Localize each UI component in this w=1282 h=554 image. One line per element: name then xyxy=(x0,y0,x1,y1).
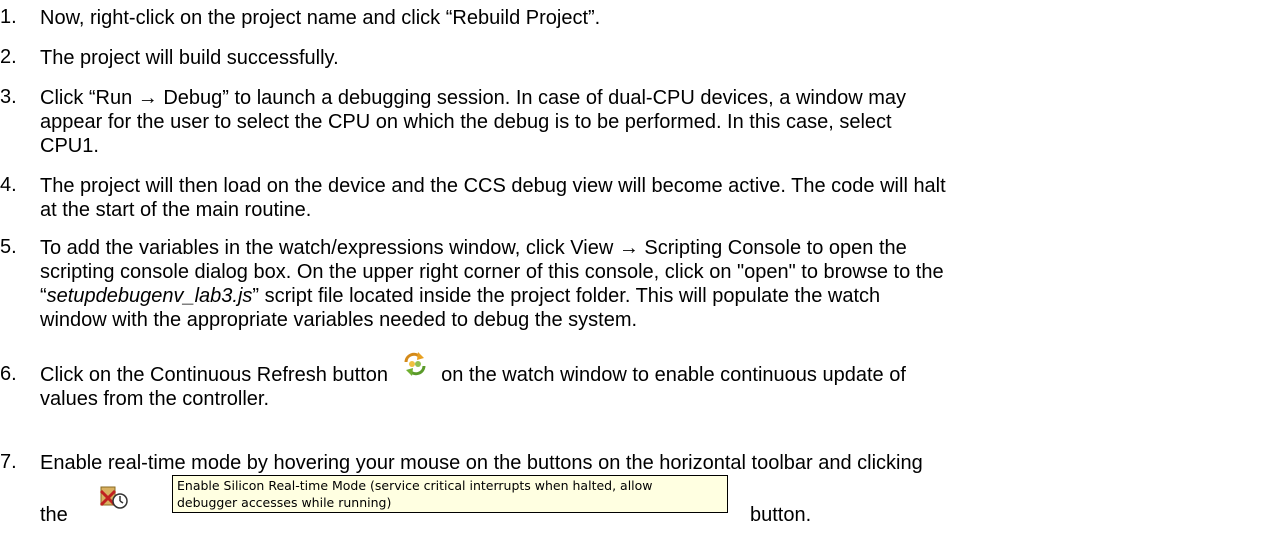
step-number: 1. xyxy=(0,6,17,28)
script-filename: setupdebugenv_lab3.js xyxy=(46,285,253,307)
step-text: The project will then load on the device… xyxy=(40,175,946,197)
step-text: CPU1. xyxy=(40,135,99,157)
step-text-part: Click on the Continuous Refresh button xyxy=(40,364,388,386)
open-quote: “ xyxy=(40,285,47,307)
continuous-refresh-icon[interactable] xyxy=(399,349,430,379)
step-number: 6. xyxy=(0,363,17,385)
step-text: values from the controller. xyxy=(40,388,269,410)
step-text-button: button. xyxy=(750,504,812,526)
step-text: window with the appropriate variables ne… xyxy=(40,309,638,331)
step-text: Click “Run → Debug” to launch a debuggin… xyxy=(40,87,906,109)
step-text-rest: ” script file located inside the project… xyxy=(252,285,881,307)
step-number: 4. xyxy=(0,174,17,196)
step-text: Now, right-click on the project name and… xyxy=(40,7,601,29)
step-text-the: the xyxy=(40,504,68,526)
tooltip: Enable Silicon Real-time Mode (service c… xyxy=(172,475,728,513)
step-number: 5. xyxy=(0,236,17,258)
step-text-part: on the watch window to enable continuous… xyxy=(441,364,906,386)
step-number: 2. xyxy=(0,46,17,68)
step-text: To add the variables in the watch/expres… xyxy=(40,237,907,259)
step-number: 7. xyxy=(0,451,17,473)
step-text: at the start of the main routine. xyxy=(40,199,312,221)
step-number: 3. xyxy=(0,86,17,108)
tooltip-line-1: Enable Silicon Real-time Mode (service c… xyxy=(177,478,653,493)
document-page: 1. Now, right-click on the project name … xyxy=(0,0,1282,554)
tooltip-line-2: debugger accesses while running) xyxy=(177,495,392,510)
step-text: Click on the Continuous Refresh button o… xyxy=(40,349,1270,387)
step-text: appear for the user to select the CPU on… xyxy=(40,111,892,133)
step-text: Enable real-time mode by hovering your m… xyxy=(40,452,923,474)
step-text: “setupdebugenv_lab3.js” script file loca… xyxy=(40,284,1270,308)
silicon-realtime-mode-icon[interactable] xyxy=(96,481,130,513)
step-text: scripting console dialog box. On the upp… xyxy=(40,261,944,283)
step-text: The project will build successfully. xyxy=(40,47,339,69)
